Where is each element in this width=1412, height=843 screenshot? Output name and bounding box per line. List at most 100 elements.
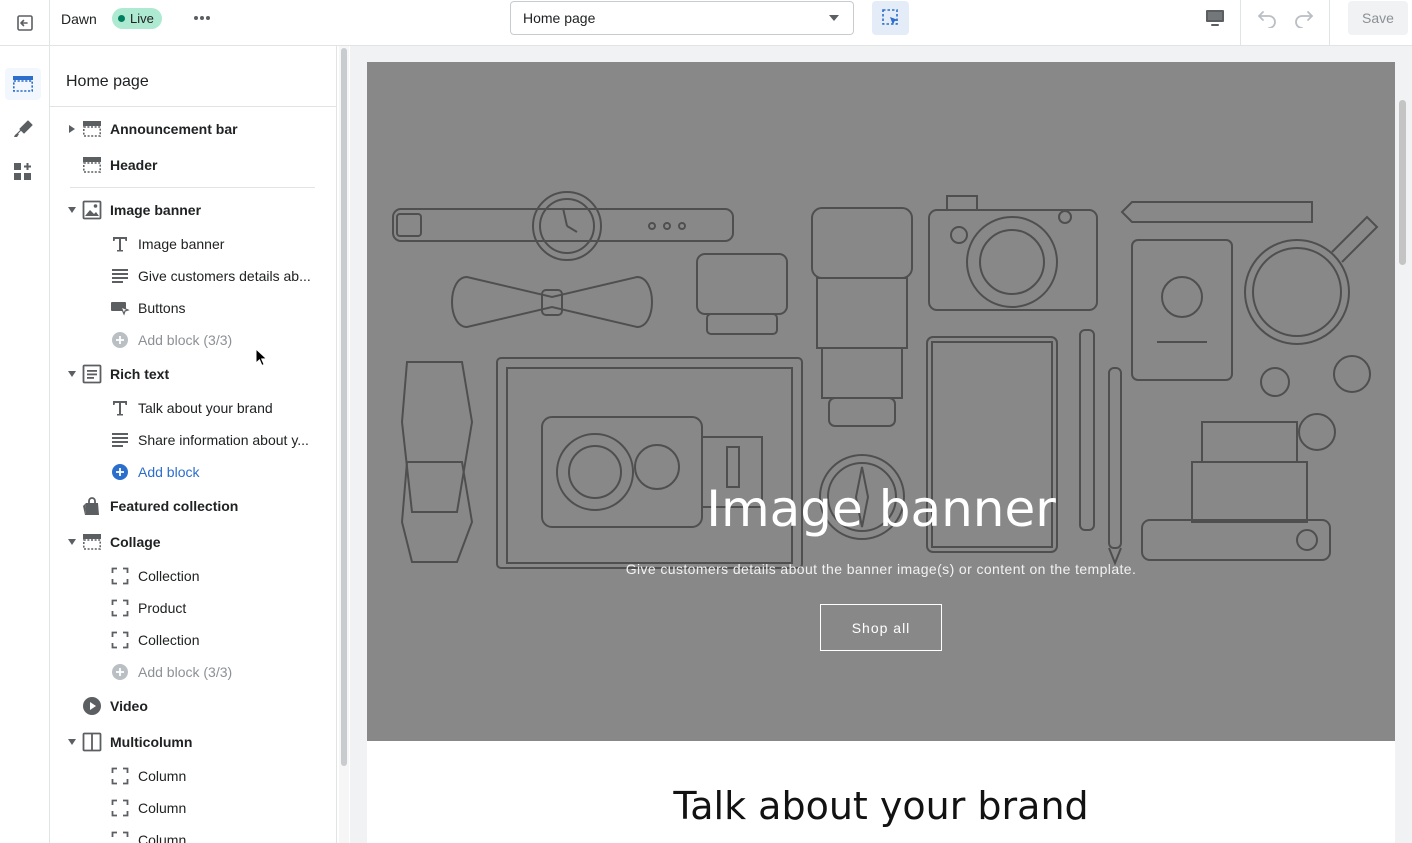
desktop-view-button[interactable] bbox=[1198, 4, 1232, 32]
frame-icon bbox=[110, 630, 130, 650]
image-banner-section[interactable]: Image banner Give customers details abou… bbox=[367, 62, 1395, 741]
sidebar-scrollbar-thumb[interactable] bbox=[341, 48, 347, 766]
text-block-icon bbox=[82, 364, 102, 384]
add-block-label: Add block bbox=[138, 464, 200, 480]
block-label: Give customers details ab... bbox=[138, 268, 311, 284]
undo-icon bbox=[1258, 11, 1276, 28]
layout-header-icon bbox=[82, 532, 102, 552]
block-column[interactable]: Column bbox=[50, 793, 336, 823]
caret-right-icon[interactable] bbox=[69, 125, 75, 133]
sections-sidebar: Home page Announcement bar Header Image … bbox=[50, 46, 337, 843]
section-header[interactable]: Header bbox=[50, 150, 336, 180]
block-label: Share information about y... bbox=[138, 432, 309, 448]
section-label: Rich text bbox=[110, 366, 170, 382]
toolbar-divider bbox=[1240, 0, 1241, 46]
top-bar: Dawn Live Home page Save bbox=[0, 0, 1412, 46]
block-image-banner-heading[interactable]: Image banner bbox=[50, 229, 336, 259]
inspector-button[interactable] bbox=[872, 1, 909, 35]
block-column[interactable]: Column bbox=[50, 761, 336, 791]
rail-sections-button[interactable] bbox=[5, 68, 41, 100]
block-rich-text-heading[interactable]: Talk about your brand bbox=[50, 393, 336, 423]
app-embeds-icon bbox=[14, 163, 31, 180]
section-multicolumn[interactable]: Multicolumn bbox=[50, 727, 336, 757]
undo-button[interactable] bbox=[1253, 5, 1281, 31]
frame-icon bbox=[110, 830, 130, 843]
layout-header-icon bbox=[82, 119, 102, 139]
add-block-label: Add block (3/3) bbox=[138, 664, 233, 680]
rich-text-heading: Talk about your brand bbox=[673, 784, 1089, 828]
select-cursor-icon bbox=[881, 9, 898, 25]
exit-icon bbox=[16, 15, 33, 31]
section-label: Video bbox=[110, 698, 148, 714]
divider bbox=[50, 106, 336, 107]
block-image-banner-text[interactable]: Give customers details ab... bbox=[50, 261, 336, 291]
banner-text: Give customers details about the banner … bbox=[625, 561, 1137, 577]
block-label: Image banner bbox=[138, 236, 225, 252]
section-video[interactable]: Video bbox=[50, 691, 336, 721]
rail-app-embeds-button[interactable] bbox=[5, 156, 41, 188]
add-block-button[interactable]: Add block bbox=[50, 457, 336, 487]
caret-down-icon[interactable] bbox=[68, 371, 76, 377]
block-collage-collection[interactable]: Collection bbox=[50, 625, 336, 655]
block-collage-collection[interactable]: Collection bbox=[50, 561, 336, 591]
more-actions-button[interactable] bbox=[190, 8, 214, 28]
block-collage-product[interactable]: Product bbox=[50, 593, 336, 623]
frame-icon bbox=[110, 798, 130, 818]
caret-down-icon[interactable] bbox=[68, 539, 76, 545]
columns-icon bbox=[82, 732, 102, 752]
redo-icon bbox=[1295, 11, 1313, 28]
add-circle-icon bbox=[110, 662, 130, 682]
banner-heading: Image banner bbox=[706, 480, 1056, 538]
add-circle-icon bbox=[110, 462, 130, 482]
section-collage[interactable]: Collage bbox=[50, 527, 336, 557]
caret-down-icon bbox=[829, 15, 839, 21]
section-image-banner[interactable]: Image banner bbox=[50, 195, 336, 225]
rail-theme-settings-button[interactable] bbox=[5, 112, 41, 144]
divider bbox=[70, 187, 315, 188]
section-label: Header bbox=[110, 157, 158, 173]
section-featured-collection[interactable]: Featured collection bbox=[50, 491, 336, 521]
exit-button[interactable] bbox=[0, 0, 50, 46]
section-label: Image banner bbox=[110, 202, 202, 218]
block-image-banner-buttons[interactable]: Buttons bbox=[50, 293, 336, 323]
text-icon bbox=[110, 398, 130, 418]
save-button[interactable]: Save bbox=[1348, 1, 1408, 35]
page-selector[interactable]: Home page bbox=[510, 1, 854, 35]
shop-all-button[interactable]: Shop all bbox=[820, 604, 942, 651]
shopping-bag-icon bbox=[82, 496, 102, 516]
block-column[interactable]: Column bbox=[50, 825, 336, 843]
editor-rail bbox=[0, 46, 50, 843]
block-rich-text-text[interactable]: Share information about y... bbox=[50, 425, 336, 455]
block-label: Buttons bbox=[138, 300, 186, 316]
frame-icon bbox=[110, 598, 130, 618]
section-rich-text[interactable]: Rich text bbox=[50, 359, 336, 389]
frame-icon bbox=[110, 766, 130, 786]
text-align-icon bbox=[110, 266, 130, 286]
section-label: Announcement bar bbox=[110, 121, 238, 137]
storefront-preview: Image banner Give customers details abou… bbox=[367, 62, 1395, 843]
preview-scrollbar-thumb[interactable] bbox=[1399, 100, 1406, 265]
caret-down-icon[interactable] bbox=[68, 207, 76, 213]
page-selector-value: Home page bbox=[523, 10, 596, 26]
frame-icon bbox=[110, 566, 130, 586]
redo-button[interactable] bbox=[1290, 5, 1318, 31]
caret-down-icon[interactable] bbox=[68, 739, 76, 745]
section-label: Multicolumn bbox=[110, 734, 193, 750]
block-label: Column bbox=[138, 768, 187, 784]
text-align-icon bbox=[110, 430, 130, 450]
section-label: Collage bbox=[110, 534, 161, 550]
theme-name: Dawn bbox=[61, 11, 97, 27]
section-announcement-bar[interactable]: Announcement bar bbox=[50, 114, 336, 144]
block-label: Collection bbox=[138, 568, 200, 584]
add-block-disabled: Add block (3/3) bbox=[50, 325, 336, 355]
more-horizontal-icon bbox=[194, 16, 210, 20]
text-icon bbox=[110, 234, 130, 254]
toolbar-divider bbox=[1329, 0, 1330, 46]
add-block-label: Add block (3/3) bbox=[138, 332, 233, 348]
add-circle-icon bbox=[110, 330, 130, 350]
sections-icon bbox=[12, 76, 33, 92]
theme-settings-icon bbox=[14, 120, 33, 137]
image-icon bbox=[82, 200, 102, 220]
block-label: Collection bbox=[138, 632, 200, 648]
layout-header-icon bbox=[82, 155, 102, 175]
